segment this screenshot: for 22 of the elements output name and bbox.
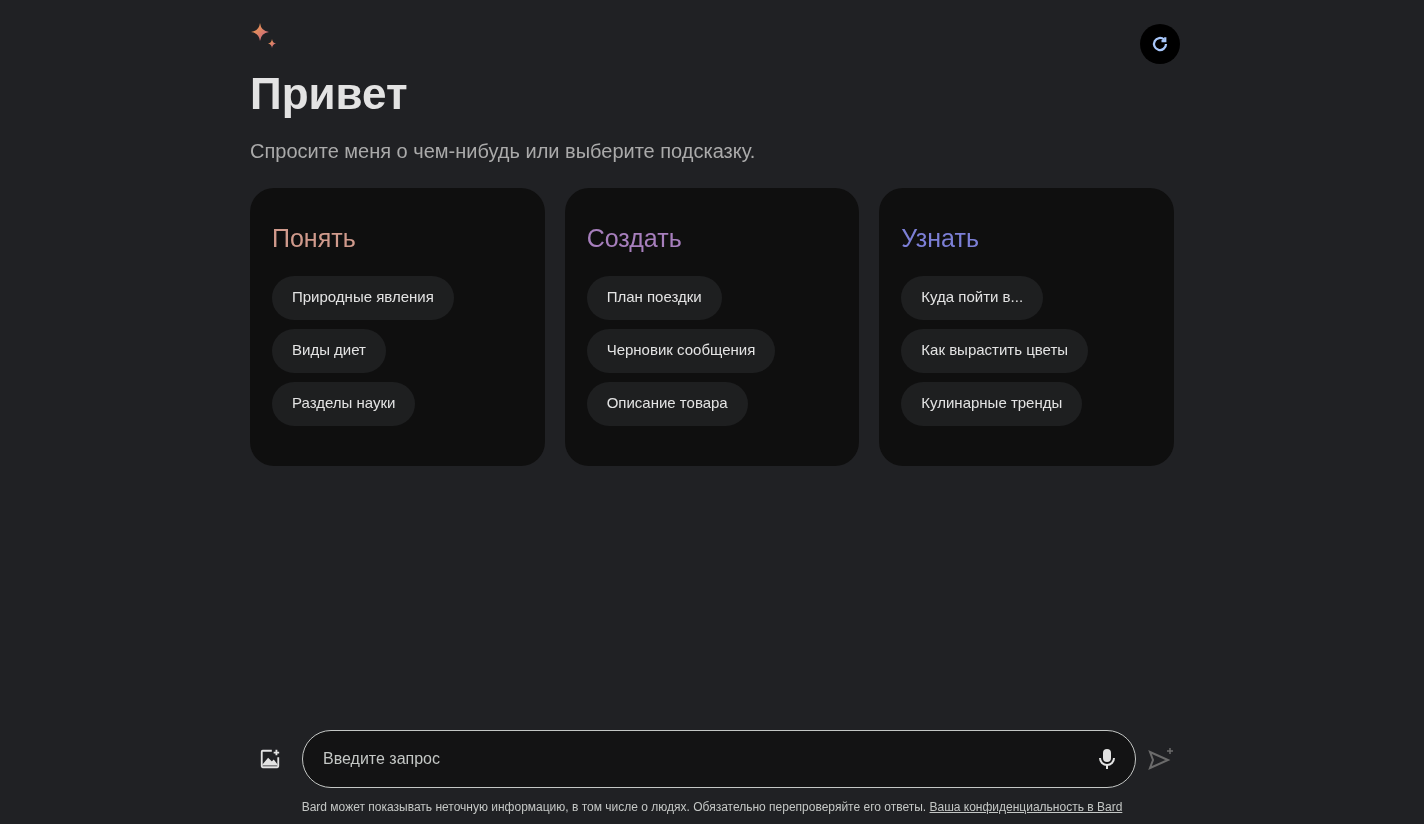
disclaimer-text: Bard может показывать неточную информацию, в том числе о людях. Обязательно перепроверяйте его ответы. Ваша конфиденциальность в Bard bbox=[301, 799, 1123, 816]
send-icon[interactable] bbox=[1148, 747, 1174, 771]
microphone-icon[interactable] bbox=[1098, 748, 1116, 770]
prompt-chip[interactable]: Как вырастить цветы bbox=[901, 328, 1089, 373]
card-title: Понять bbox=[272, 223, 356, 254]
prompt-chip[interactable]: План поездки bbox=[586, 275, 722, 320]
prompt-chip[interactable]: Черновик сообщения bbox=[586, 328, 776, 373]
prompt-chip[interactable]: Кулинарные тренды bbox=[901, 381, 1083, 426]
add-image-icon bbox=[259, 748, 281, 770]
prompt-chip[interactable]: Виды диет bbox=[272, 328, 386, 373]
card-title: Узнать bbox=[901, 223, 979, 254]
prompt-chip[interactable]: Куда пойти в... bbox=[901, 275, 1044, 320]
subtitle-text: Спросите меня о чем-нибудь или выберите подсказку. bbox=[250, 139, 757, 164]
prompt-chip[interactable]: Природные явления bbox=[272, 275, 454, 320]
greeting-title: Привет bbox=[250, 68, 409, 120]
prompt-input[interactable]: Введите запрос bbox=[302, 730, 1136, 788]
refresh-icon bbox=[1151, 35, 1169, 53]
prompt-chip[interactable]: Описание товара bbox=[586, 381, 748, 426]
prompt-chip[interactable]: Разделы науки bbox=[272, 381, 416, 426]
card-title: Создать bbox=[586, 223, 682, 254]
refresh-button[interactable] bbox=[1140, 24, 1180, 64]
privacy-link[interactable]: Ваша конфиденциальность в Bard bbox=[929, 800, 1123, 814]
